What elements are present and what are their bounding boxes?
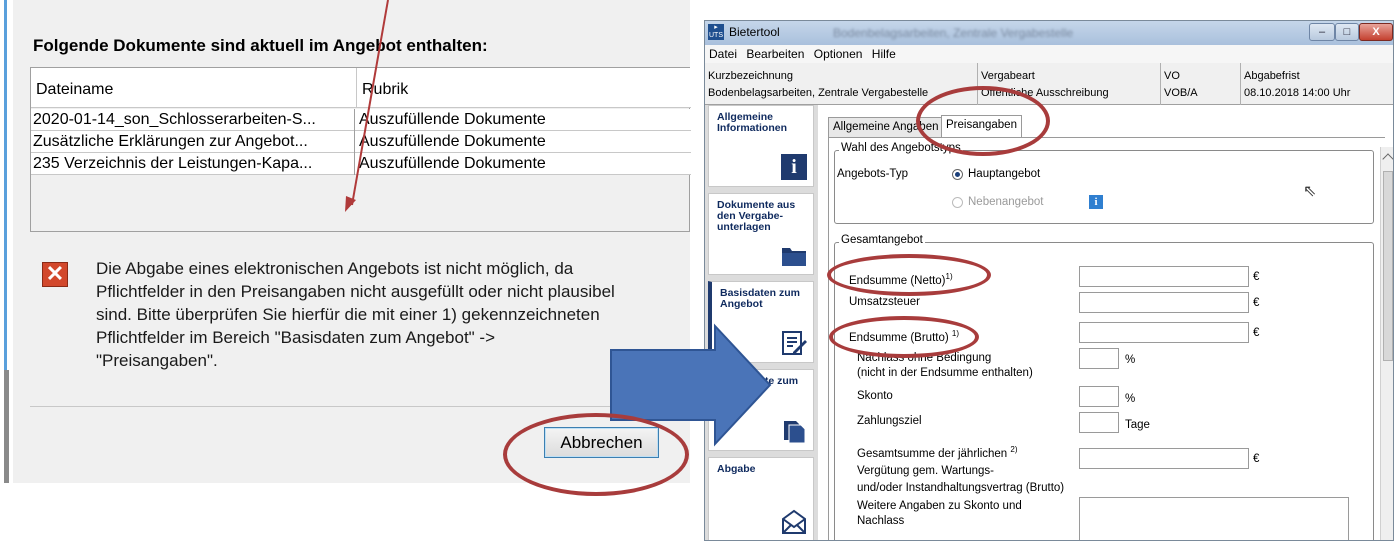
envelope-icon bbox=[782, 509, 806, 534]
error-line: Die Abgabe eines elektronischen Angebots… bbox=[96, 259, 574, 278]
category-cell: Auszufüllende Dokumente bbox=[359, 133, 546, 150]
category-cell: Auszufüllende Dokumente bbox=[359, 111, 546, 128]
net-total-input[interactable] bbox=[1079, 266, 1249, 287]
minimize-button[interactable]: – bbox=[1309, 23, 1335, 41]
currency-unit: € bbox=[1253, 297, 1260, 309]
radio-alternative-offer-label: Nebenangebot bbox=[968, 196, 1044, 208]
documents-table: Dateiname Rubrik 2020-01-14_son_Schlosse… bbox=[30, 67, 691, 232]
vat-input[interactable] bbox=[1079, 292, 1249, 313]
column-header-filename[interactable]: Dateiname bbox=[31, 68, 357, 108]
further-info-textarea[interactable] bbox=[1079, 497, 1349, 540]
info-icon[interactable]: i bbox=[1089, 195, 1103, 209]
table-row[interactable]: 235 Verzeichnis der Leistungen-Kapa... A… bbox=[31, 153, 691, 175]
info-regulation: VO VOB/A bbox=[1161, 63, 1241, 105]
window-title-blurred: Bodenbelagsarbeiten, Zentrale Vergabeste… bbox=[833, 26, 1074, 40]
info-icon: i bbox=[781, 154, 807, 180]
error-message: Die Abgabe eines elektronischen Angebots… bbox=[96, 257, 656, 372]
dialog-edge bbox=[0, 0, 13, 483]
menu-hilfe[interactable]: Hilfe bbox=[872, 47, 896, 61]
menu-optionen[interactable]: Optionen bbox=[814, 47, 863, 61]
error-line: sind. Bitte überprüfen Sie hierfür die m… bbox=[96, 305, 600, 324]
days-unit: Tage bbox=[1125, 419, 1150, 431]
radio-main-offer[interactable] bbox=[952, 169, 963, 180]
app-logo-icon: ▸ UTS bbox=[708, 24, 724, 40]
column-header-category[interactable]: Rubrik bbox=[357, 68, 691, 108]
cash-discount-label: Skonto bbox=[857, 390, 893, 402]
mouse-cursor-icon: ⇖ bbox=[1303, 183, 1317, 200]
highlight-gross-total bbox=[829, 316, 979, 358]
currency-unit: € bbox=[1253, 327, 1260, 339]
nav-general-info[interactable]: Allgemeine Informationen i bbox=[708, 105, 814, 187]
scroll-thumb[interactable] bbox=[1383, 171, 1393, 361]
close-button[interactable]: X bbox=[1359, 23, 1393, 41]
menu-bearbeiten[interactable]: Bearbeiten bbox=[746, 47, 804, 61]
filename-cell: Zusätzliche Erklärungen zur Angebot... bbox=[33, 131, 355, 153]
menu-datei[interactable]: Datei bbox=[709, 47, 737, 61]
payment-term-label: Zahlungsziel bbox=[857, 415, 922, 427]
nav-label: Abgabe bbox=[717, 463, 756, 475]
nav-offer-documents[interactable]: Dokumente zum Angebot bbox=[708, 369, 814, 451]
info-value: VOB/A bbox=[1164, 87, 1198, 99]
nav-tender-documents[interactable]: Dokumente aus den Vergabe-unterlagen bbox=[708, 193, 814, 275]
table-row[interactable]: 2020-01-14_son_Schlosserarbeiten-S... Au… bbox=[31, 109, 691, 131]
vertical-scrollbar[interactable] bbox=[1380, 147, 1393, 540]
currency-unit: € bbox=[1253, 453, 1260, 465]
nav-label: Dokumente aus den Vergabe-unterlagen bbox=[717, 199, 796, 233]
error-x-icon: ✕ bbox=[42, 262, 68, 287]
group-legend: Gesamtangebot bbox=[839, 234, 925, 246]
bietertool-window: ▸ UTS Bietertool Bodenbelagsarbeiten, Zen… bbox=[704, 20, 1394, 541]
info-label: Vergabeart bbox=[981, 70, 1035, 82]
further-info-label: Weitere Angaben zu Skonto und Nachlass bbox=[857, 500, 1022, 527]
tender-info-bar: Kurzbezeichnung Bodenbelagsarbeiten, Zen… bbox=[705, 63, 1393, 105]
highlight-net-total bbox=[827, 254, 991, 296]
gross-total-input[interactable] bbox=[1079, 322, 1249, 343]
radio-alternative-offer[interactable] bbox=[952, 197, 963, 208]
title-bar[interactable]: ▸ UTS Bietertool Bodenbelagsarbeiten, Zen… bbox=[705, 21, 1393, 45]
error-line: Pflichtfelder in den Preisangaben nicht … bbox=[96, 282, 615, 301]
app-title: Bietertool bbox=[729, 25, 780, 39]
info-deadline: Abgabefrist 08.10.2018 14:00 Uhr bbox=[1241, 63, 1393, 105]
cash-discount-input[interactable] bbox=[1079, 386, 1119, 407]
nav-offer-base-data[interactable]: Basisdaten zum Angebot bbox=[708, 281, 814, 363]
percent-unit: % bbox=[1125, 354, 1136, 366]
currency-unit: € bbox=[1253, 271, 1260, 283]
vat-label: Umsatzsteuer bbox=[849, 296, 920, 308]
maintenance-total-input[interactable] bbox=[1079, 448, 1249, 469]
info-value: 08.10.2018 14:00 Uhr bbox=[1244, 87, 1351, 99]
dialog-divider bbox=[30, 406, 690, 407]
documents-icon bbox=[784, 421, 806, 444]
filename-cell: 235 Verzeichnis der Leistungen-Kapa... bbox=[33, 153, 355, 175]
nav-label: Basisdaten zum Angebot bbox=[720, 287, 800, 310]
error-line: "Preisangaben". bbox=[96, 351, 218, 370]
info-label: Kurzbezeichnung bbox=[708, 70, 794, 82]
filename-cell: 2020-01-14_son_Schlosserarbeiten-S... bbox=[33, 109, 355, 131]
dialog-heading: Folgende Dokumente sind aktuell im Angeb… bbox=[33, 36, 488, 55]
offer-type-label: Angebots-Typ bbox=[837, 168, 908, 180]
category-cell: Auszufüllende Dokumente bbox=[359, 155, 546, 172]
nav-label: Allgemeine Informationen bbox=[717, 111, 787, 134]
percent-unit: % bbox=[1125, 393, 1136, 405]
nav-label: Dokumente zum Angebot bbox=[717, 375, 799, 398]
nav-submission[interactable]: Abgabe bbox=[708, 457, 814, 540]
highlight-cancel-button bbox=[503, 413, 689, 496]
highlight-price-tab bbox=[916, 86, 1050, 156]
offer-type-group: Wahl des Angebotstyps Angebots-Typ Haupt… bbox=[834, 142, 1374, 224]
menu-bar: Datei Bearbeiten Optionen Hilfe bbox=[705, 45, 1393, 63]
table-row[interactable]: Zusätzliche Erklärungen zur Angebot... A… bbox=[31, 131, 691, 153]
radio-main-offer-label: Hauptangebot bbox=[968, 168, 1041, 180]
maximize-button[interactable]: □ bbox=[1335, 23, 1359, 41]
scroll-up-icon[interactable] bbox=[1382, 153, 1393, 165]
error-line: Pflichtfelder im Bereich "Basisdaten zum… bbox=[96, 328, 496, 347]
folder-icon bbox=[782, 248, 806, 266]
payment-term-input[interactable] bbox=[1079, 412, 1119, 433]
edit-document-icon bbox=[782, 331, 807, 355]
section-nav: Allgemeine Informationen i Dokumente aus… bbox=[705, 105, 818, 540]
info-label: VO bbox=[1164, 70, 1180, 82]
submission-error-dialog: Folgende Dokumente sind aktuell im Angeb… bbox=[0, 0, 691, 483]
maintenance-total-label: Gesamtsumme der jährlichen 2) Vergütung g… bbox=[857, 445, 1065, 494]
discount-input[interactable] bbox=[1079, 348, 1119, 369]
info-label: Abgabefrist bbox=[1244, 70, 1300, 82]
